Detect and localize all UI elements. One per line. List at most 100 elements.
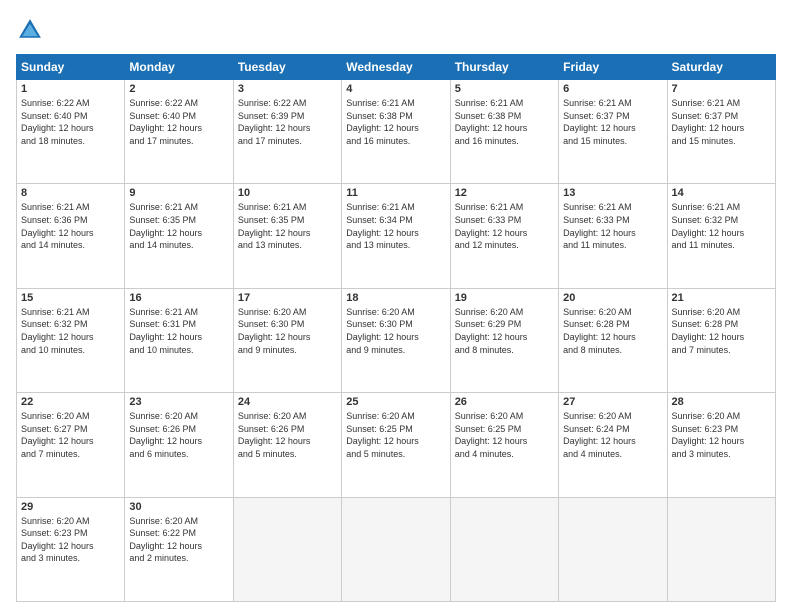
day-number: 18: [346, 292, 445, 304]
day-number: 25: [346, 396, 445, 408]
week-row-1: 8 Sunrise: 6:21 AM Sunset: 6:36 PM Daylig…: [17, 184, 776, 288]
day-info: Sunrise: 6:20 AM Sunset: 6:22 PM Dayligh…: [129, 515, 228, 565]
day-cell: 24 Sunrise: 6:20 AM Sunset: 6:26 PM Dayli…: [233, 393, 341, 497]
day-info: Sunrise: 6:20 AM Sunset: 6:28 PM Dayligh…: [563, 306, 662, 356]
day-cell: 15 Sunrise: 6:21 AM Sunset: 6:32 PM Dayli…: [17, 288, 125, 392]
page: SundayMondayTuesdayWednesdayThursdayFrid…: [0, 0, 792, 612]
day-cell: 29 Sunrise: 6:20 AM Sunset: 6:23 PM Dayli…: [17, 497, 125, 601]
day-number: 27: [563, 396, 662, 408]
day-info: Sunrise: 6:21 AM Sunset: 6:36 PM Dayligh…: [21, 201, 120, 251]
day-cell: 16 Sunrise: 6:21 AM Sunset: 6:31 PM Dayli…: [125, 288, 233, 392]
day-info: Sunrise: 6:21 AM Sunset: 6:31 PM Dayligh…: [129, 306, 228, 356]
day-number: 16: [129, 292, 228, 304]
day-cell: [233, 497, 341, 601]
day-number: 4: [346, 83, 445, 95]
day-cell: 8 Sunrise: 6:21 AM Sunset: 6:36 PM Daylig…: [17, 184, 125, 288]
day-number: 30: [129, 501, 228, 513]
day-cell: [450, 497, 558, 601]
day-info: Sunrise: 6:21 AM Sunset: 6:32 PM Dayligh…: [672, 201, 771, 251]
day-info: Sunrise: 6:20 AM Sunset: 6:23 PM Dayligh…: [21, 515, 120, 565]
week-row-0: 1 Sunrise: 6:22 AM Sunset: 6:40 PM Daylig…: [17, 80, 776, 184]
day-number: 23: [129, 396, 228, 408]
day-info: Sunrise: 6:22 AM Sunset: 6:40 PM Dayligh…: [21, 97, 120, 147]
day-number: 21: [672, 292, 771, 304]
day-number: 24: [238, 396, 337, 408]
day-number: 5: [455, 83, 554, 95]
day-cell: 22 Sunrise: 6:20 AM Sunset: 6:27 PM Dayli…: [17, 393, 125, 497]
day-number: 6: [563, 83, 662, 95]
week-row-4: 29 Sunrise: 6:20 AM Sunset: 6:23 PM Dayli…: [17, 497, 776, 601]
day-info: Sunrise: 6:20 AM Sunset: 6:30 PM Dayligh…: [346, 306, 445, 356]
header-cell-friday: Friday: [559, 55, 667, 80]
day-cell: 5 Sunrise: 6:21 AM Sunset: 6:38 PM Daylig…: [450, 80, 558, 184]
day-number: 13: [563, 187, 662, 199]
day-info: Sunrise: 6:20 AM Sunset: 6:30 PM Dayligh…: [238, 306, 337, 356]
day-info: Sunrise: 6:21 AM Sunset: 6:33 PM Dayligh…: [455, 201, 554, 251]
header-cell-wednesday: Wednesday: [342, 55, 450, 80]
day-info: Sunrise: 6:20 AM Sunset: 6:25 PM Dayligh…: [346, 410, 445, 460]
day-number: 8: [21, 187, 120, 199]
logo: [16, 16, 48, 44]
day-cell: 13Sunrise: 6:21 AM Sunset: 6:33 PM Dayli…: [559, 184, 667, 288]
day-number: 28: [672, 396, 771, 408]
day-info: Sunrise: 6:21 AM Sunset: 6:32 PM Dayligh…: [21, 306, 120, 356]
day-cell: 27 Sunrise: 6:20 AM Sunset: 6:24 PM Dayli…: [559, 393, 667, 497]
day-cell: 20 Sunrise: 6:20 AM Sunset: 6:28 PM Dayli…: [559, 288, 667, 392]
day-number: 1: [21, 83, 120, 95]
day-info: Sunrise: 6:21 AM Sunset: 6:34 PM Dayligh…: [346, 201, 445, 251]
header-row: SundayMondayTuesdayWednesdayThursdayFrid…: [17, 55, 776, 80]
day-cell: 3 Sunrise: 6:22 AM Sunset: 6:39 PM Daylig…: [233, 80, 341, 184]
calendar-header: SundayMondayTuesdayWednesdayThursdayFrid…: [17, 55, 776, 80]
day-number: 3: [238, 83, 337, 95]
day-cell: 6 Sunrise: 6:21 AM Sunset: 6:37 PM Daylig…: [559, 80, 667, 184]
day-cell: 18 Sunrise: 6:20 AM Sunset: 6:30 PM Dayli…: [342, 288, 450, 392]
day-cell: 9Sunrise: 6:21 AM Sunset: 6:35 PM Daylig…: [125, 184, 233, 288]
day-info: Sunrise: 6:20 AM Sunset: 6:25 PM Dayligh…: [455, 410, 554, 460]
day-cell: 2Sunrise: 6:22 AM Sunset: 6:40 PM Daylig…: [125, 80, 233, 184]
day-info: Sunrise: 6:20 AM Sunset: 6:27 PM Dayligh…: [21, 410, 120, 460]
day-number: 19: [455, 292, 554, 304]
day-cell: 30 Sunrise: 6:20 AM Sunset: 6:22 PM Dayli…: [125, 497, 233, 601]
week-row-3: 22 Sunrise: 6:20 AM Sunset: 6:27 PM Dayli…: [17, 393, 776, 497]
header: [16, 16, 776, 44]
day-info: Sunrise: 6:21 AM Sunset: 6:37 PM Dayligh…: [563, 97, 662, 147]
header-cell-sunday: Sunday: [17, 55, 125, 80]
day-cell: 1 Sunrise: 6:22 AM Sunset: 6:40 PM Daylig…: [17, 80, 125, 184]
day-cell: 11Sunrise: 6:21 AM Sunset: 6:34 PM Dayli…: [342, 184, 450, 288]
day-info: Sunrise: 6:20 AM Sunset: 6:26 PM Dayligh…: [238, 410, 337, 460]
calendar: SundayMondayTuesdayWednesdayThursdayFrid…: [16, 54, 776, 602]
day-number: 12: [455, 187, 554, 199]
day-number: 7: [672, 83, 771, 95]
day-number: 14: [672, 187, 771, 199]
calendar-body: 1 Sunrise: 6:22 AM Sunset: 6:40 PM Daylig…: [17, 80, 776, 602]
day-cell: 17 Sunrise: 6:20 AM Sunset: 6:30 PM Dayli…: [233, 288, 341, 392]
day-number: 10: [238, 187, 337, 199]
logo-icon: [16, 16, 44, 44]
day-info: Sunrise: 6:21 AM Sunset: 6:37 PM Dayligh…: [672, 97, 771, 147]
day-cell: 25 Sunrise: 6:20 AM Sunset: 6:25 PM Dayli…: [342, 393, 450, 497]
day-cell: 10Sunrise: 6:21 AM Sunset: 6:35 PM Dayli…: [233, 184, 341, 288]
calendar-table: SundayMondayTuesdayWednesdayThursdayFrid…: [16, 54, 776, 602]
header-cell-saturday: Saturday: [667, 55, 775, 80]
day-number: 20: [563, 292, 662, 304]
day-cell: [667, 497, 775, 601]
day-info: Sunrise: 6:22 AM Sunset: 6:39 PM Dayligh…: [238, 97, 337, 147]
day-info: Sunrise: 6:22 AM Sunset: 6:40 PM Dayligh…: [129, 97, 228, 147]
day-number: 15: [21, 292, 120, 304]
header-cell-thursday: Thursday: [450, 55, 558, 80]
day-info: Sunrise: 6:20 AM Sunset: 6:24 PM Dayligh…: [563, 410, 662, 460]
day-cell: 23 Sunrise: 6:20 AM Sunset: 6:26 PM Dayli…: [125, 393, 233, 497]
day-info: Sunrise: 6:20 AM Sunset: 6:29 PM Dayligh…: [455, 306, 554, 356]
day-cell: 21 Sunrise: 6:20 AM Sunset: 6:28 PM Dayli…: [667, 288, 775, 392]
day-info: Sunrise: 6:20 AM Sunset: 6:28 PM Dayligh…: [672, 306, 771, 356]
day-info: Sunrise: 6:20 AM Sunset: 6:23 PM Dayligh…: [672, 410, 771, 460]
day-number: 22: [21, 396, 120, 408]
day-info: Sunrise: 6:21 AM Sunset: 6:35 PM Dayligh…: [129, 201, 228, 251]
day-info: Sunrise: 6:20 AM Sunset: 6:26 PM Dayligh…: [129, 410, 228, 460]
day-info: Sunrise: 6:21 AM Sunset: 6:38 PM Dayligh…: [455, 97, 554, 147]
week-row-2: 15 Sunrise: 6:21 AM Sunset: 6:32 PM Dayli…: [17, 288, 776, 392]
header-cell-monday: Monday: [125, 55, 233, 80]
day-cell: 4Sunrise: 6:21 AM Sunset: 6:38 PM Daylig…: [342, 80, 450, 184]
day-number: 17: [238, 292, 337, 304]
day-number: 29: [21, 501, 120, 513]
